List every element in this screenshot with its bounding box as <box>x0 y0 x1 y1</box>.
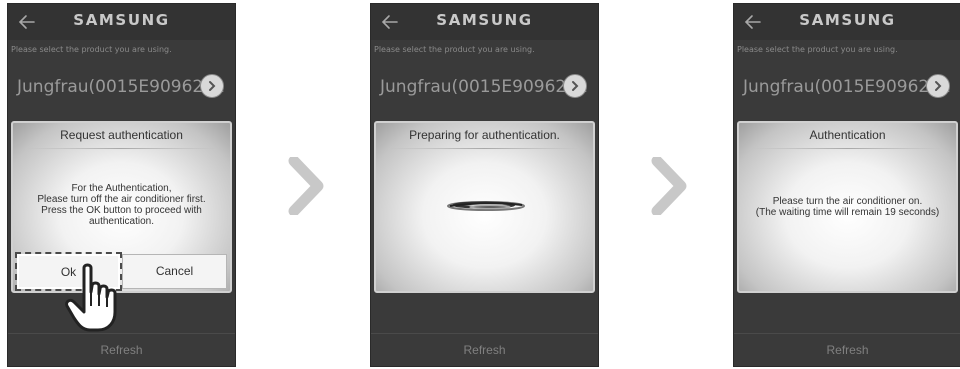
dialog-divider <box>753 148 942 149</box>
auth-request-dialog: Request authentication For the Authentic… <box>11 121 232 293</box>
chevron-right-icon <box>209 81 216 91</box>
device-next-button[interactable] <box>200 74 224 98</box>
app-bar: SAMSUNG <box>371 4 598 40</box>
dialog-title: Authentication <box>809 128 886 142</box>
dialog-message-line: For the Authentication, <box>71 183 172 194</box>
dialog-message-line: authentication. <box>88 216 155 227</box>
auth-preparing-dialog: Preparing for authentication. <box>374 121 595 293</box>
device-next-button[interactable] <box>563 74 587 98</box>
phone-screen-preparing-authentication: SAMSUNG Please select the product you ar… <box>370 3 599 367</box>
device-row[interactable]: Jungfrau(0015E9096201 <box>734 66 960 106</box>
hand-pointer-icon <box>65 263 117 332</box>
instruction-text: Please select the product you are using. <box>737 45 898 54</box>
dialog-title: Preparing for authentication. <box>409 128 560 142</box>
dialog-message-line: Press the OK button to proceed with <box>41 205 202 216</box>
dialog-message-line: (The waiting time will remain 19 seconds… <box>755 207 940 218</box>
device-name: Jungfrau(0015E9096201 <box>17 77 225 97</box>
dialog-message: Please turn the air conditioner on. (The… <box>745 196 950 218</box>
brand-logo: SAMSUNG <box>799 11 896 29</box>
dialog-message: For the Authentication, Please turn off … <box>19 183 224 227</box>
brand-logo: SAMSUNG <box>436 11 533 29</box>
device-row[interactable]: Jungfrau(0015E9096201 <box>371 66 598 106</box>
cancel-button[interactable]: Cancel <box>122 254 227 289</box>
device-next-button[interactable] <box>926 74 950 98</box>
spinner-icon <box>447 201 525 211</box>
refresh-button[interactable]: Refresh <box>8 333 235 366</box>
device-row[interactable]: Jungfrau(0015E9096201 <box>8 66 235 106</box>
instruction-text: Please select the product you are using. <box>374 45 535 54</box>
device-name: Jungfrau(0015E9096201 <box>743 77 951 97</box>
refresh-button[interactable]: Refresh <box>371 333 598 366</box>
chevron-right-icon <box>935 81 942 91</box>
dialog-message-line: Please turn the air conditioner on. <box>772 196 923 207</box>
instruction-text: Please select the product you are using. <box>11 45 172 54</box>
dialog-title: Request authentication <box>60 128 183 142</box>
app-bar: SAMSUNG <box>734 4 960 40</box>
app-bar: SAMSUNG <box>8 4 235 40</box>
refresh-button[interactable]: Refresh <box>734 333 960 366</box>
dialog-message-line: Please turn off the air conditioner firs… <box>37 194 206 205</box>
dialog-divider <box>27 148 216 149</box>
brand-logo: SAMSUNG <box>73 11 170 29</box>
step-chevron-icon <box>288 157 324 215</box>
phone-screen-authentication: SAMSUNG Please select the product you ar… <box>733 3 960 367</box>
phone-screen-request-authentication: SAMSUNG Please select the product you ar… <box>7 3 236 367</box>
step-chevron-icon <box>651 157 687 215</box>
device-name: Jungfrau(0015E9096201 <box>380 77 588 97</box>
dialog-divider <box>390 148 579 149</box>
chevron-right-icon <box>572 81 579 91</box>
auth-waiting-dialog: Authentication Please turn the air condi… <box>737 121 958 293</box>
